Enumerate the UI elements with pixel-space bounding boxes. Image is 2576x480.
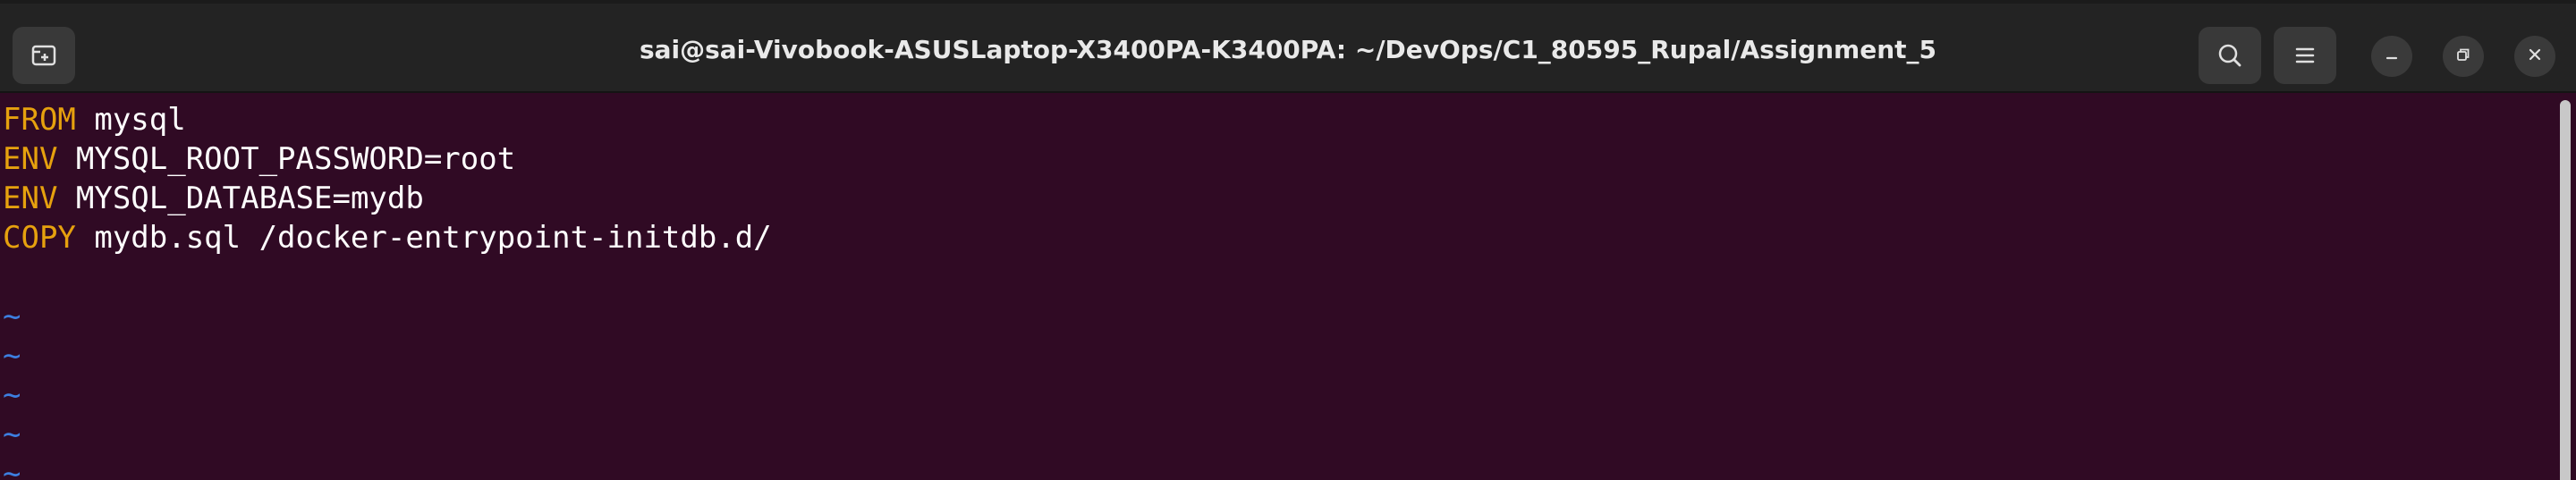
dockerfile-keyword: ENV bbox=[3, 181, 58, 216]
menu-button[interactable] bbox=[2274, 27, 2336, 84]
empty-line-tilde: ~ bbox=[3, 456, 21, 480]
empty-line-tilde: ~ bbox=[3, 377, 21, 413]
code-line: ENV MYSQL_DATABASE=mydb bbox=[3, 179, 424, 218]
terminal-window: sai@sai-Vivobook-ASUSLaptop-X3400PA-K340… bbox=[0, 0, 2576, 480]
empty-line-tilde: ~ bbox=[3, 338, 21, 374]
empty-line-tilde: ~ bbox=[3, 299, 21, 334]
code-text: mydb.sql /docker-entrypoint-initdb.d/ bbox=[75, 220, 772, 256]
hamburger-menu-icon bbox=[2291, 41, 2319, 70]
code-line: FROM mysql bbox=[3, 100, 186, 139]
dockerfile-keyword: ENV bbox=[3, 141, 58, 177]
close-button[interactable] bbox=[2514, 36, 2555, 77]
minimize-button[interactable] bbox=[2371, 36, 2412, 77]
code-line: ENV MYSQL_ROOT_PASSWORD=root bbox=[3, 139, 515, 179]
dockerfile-keyword: FROM bbox=[3, 102, 76, 138]
code-text: mysql bbox=[75, 102, 186, 138]
maximize-button[interactable] bbox=[2443, 36, 2484, 77]
search-button[interactable] bbox=[2199, 27, 2261, 84]
close-icon bbox=[2526, 46, 2544, 68]
window-title: sai@sai-Vivobook-ASUSLaptop-X3400PA-K340… bbox=[639, 35, 1937, 64]
minimize-icon bbox=[2383, 46, 2401, 68]
code-text: MYSQL_DATABASE=mydb bbox=[57, 181, 424, 216]
restore-icon bbox=[2454, 46, 2472, 68]
terminal-editor-area[interactable]: FROM mysql ENV MYSQL_ROOT_PASSWORD=root … bbox=[0, 93, 2560, 480]
dockerfile-keyword: COPY bbox=[3, 220, 76, 256]
empty-line-tilde: ~ bbox=[3, 417, 21, 452]
code-line: COPY mydb.sql /docker-entrypoint-initdb.… bbox=[3, 218, 772, 257]
title-bar: sai@sai-Vivobook-ASUSLaptop-X3400PA-K340… bbox=[0, 4, 2576, 93]
code-text: MYSQL_ROOT_PASSWORD=root bbox=[57, 141, 516, 177]
vertical-scrollbar[interactable] bbox=[2560, 100, 2571, 480]
search-icon bbox=[2216, 41, 2244, 70]
